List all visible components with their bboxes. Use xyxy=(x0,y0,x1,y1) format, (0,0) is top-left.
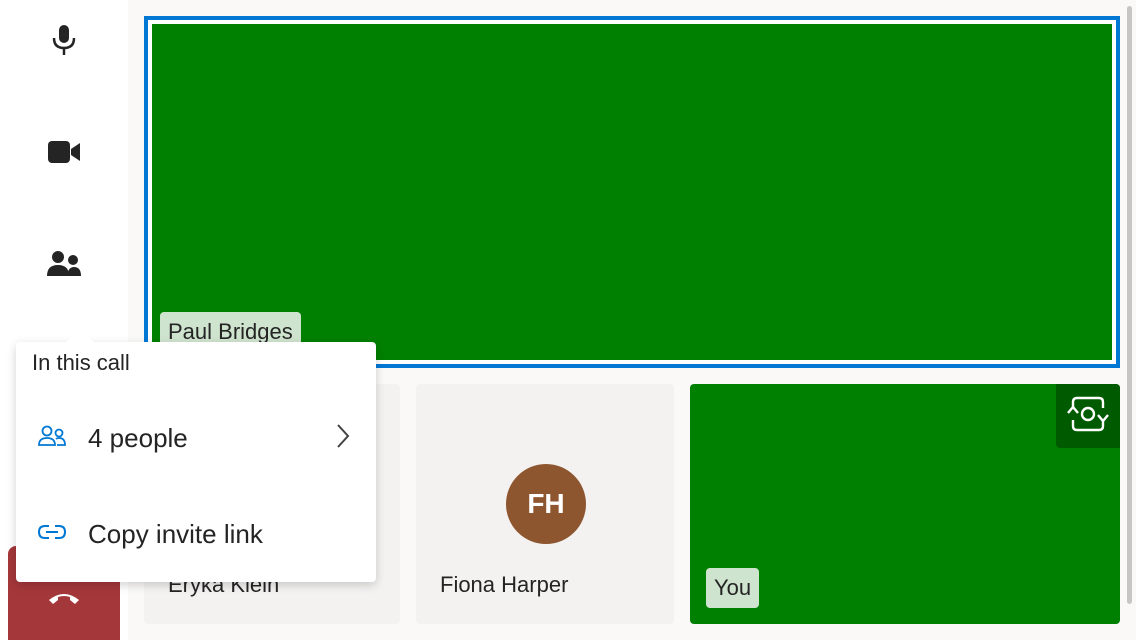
popup-title: In this call xyxy=(32,350,130,375)
video-camera-icon xyxy=(47,139,81,165)
switch-camera-button[interactable] xyxy=(1056,384,1120,448)
participants-button[interactable] xyxy=(0,214,128,314)
microphone-button[interactable] xyxy=(0,0,128,90)
copy-invite-link-label: Copy invite link xyxy=(88,518,263,549)
people-count-label: 4 people xyxy=(88,422,188,453)
in-call-popup: In this call 4 people Copy invite link xyxy=(16,330,376,582)
link-icon xyxy=(37,523,67,546)
main-video: Paul Bridges xyxy=(152,24,1112,360)
hang-up-icon xyxy=(47,591,81,640)
people-list-item[interactable]: 4 people xyxy=(16,406,376,470)
popup-pointer xyxy=(64,330,96,344)
self-video-tile[interactable]: You xyxy=(690,384,1120,624)
switch-camera-icon xyxy=(1067,394,1109,439)
participant-name: Fiona Harper xyxy=(440,572,569,597)
copy-invite-link-item[interactable]: Copy invite link xyxy=(16,502,376,566)
self-name-tag: You xyxy=(706,568,760,608)
people-icon xyxy=(46,250,82,278)
microphone-icon xyxy=(50,23,78,57)
main-participant-tile[interactable]: Paul Bridges xyxy=(144,16,1120,368)
avatar: FH xyxy=(506,464,586,544)
participant-tile-fiona[interactable]: FH Fiona Harper xyxy=(416,384,674,624)
chevron-right-icon xyxy=(336,423,350,454)
people-outline-icon xyxy=(38,425,66,452)
camera-button[interactable] xyxy=(0,102,128,202)
scrollbar[interactable] xyxy=(1127,6,1132,604)
